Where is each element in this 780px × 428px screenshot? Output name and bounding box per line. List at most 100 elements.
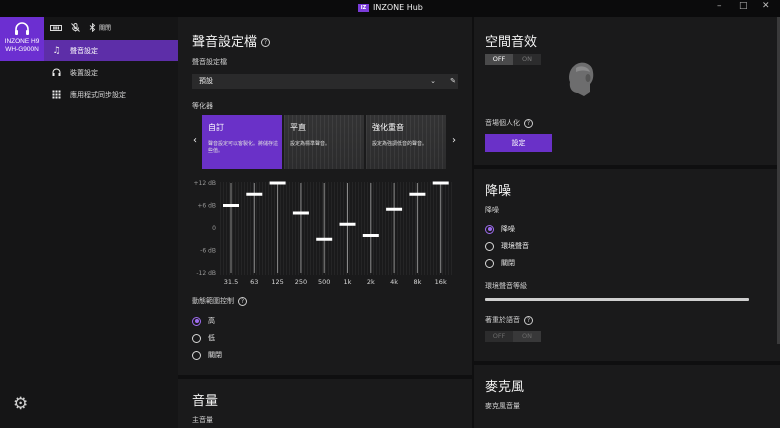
device-tile[interactable]: INZONE H9 WH-G900N [0,17,44,61]
preset-name: 自訂 [208,123,224,132]
eq-band-handle[interactable] [223,204,239,207]
sound-profile-title-text: 聲音設定檔 [192,35,258,50]
radio-selected-icon [485,224,494,234]
minimize-button[interactable]: – [717,1,722,11]
toggle-on: ON [513,54,541,65]
eq-y-tick: +6 dB [197,203,216,210]
eq-y-tick: +12 dB [194,180,217,187]
mic-muted-icon [71,23,80,32]
device-name: INZONE H9 [4,38,40,45]
profile-select-value: 預設 [199,77,213,85]
help-icon[interactable]: ? [524,315,533,325]
sound-settings-panel: 聲音設定檔? 聲音設定檔 預設 ⌄ ✎ 等化器 ‹ 自訂 聲音設定可以客製化。將… [178,17,472,428]
eq-x-label: 500 [318,278,330,286]
eq-band-handle[interactable] [292,211,309,215]
eq-band-handle[interactable] [362,234,379,237]
mic-title: 麥克風 [485,380,525,395]
eq-x-label: 4k [390,278,398,286]
ambient-level-slider[interactable] [485,298,749,301]
eq-band-handle[interactable] [339,222,356,226]
profile-label: 聲音設定檔 [192,58,227,66]
profile-select[interactable]: 預設 ⌄ ✎ [192,74,458,89]
eq-x-label: 250 [295,278,307,286]
nav-device-settings-label: 裝置設定 [70,68,98,77]
eq-band-handle[interactable] [432,181,449,185]
preset-desc: 設定為強調低音的聲音。 [372,141,428,147]
noise-option-ambient[interactable]: 環境聲音 [485,241,529,251]
help-icon[interactable]: ? [524,118,533,128]
eq-x-label: 2k [367,278,375,286]
preset-desc: 設定為標準聲音。 [290,141,331,147]
section-divider [178,375,472,379]
volume-title: 音量 [192,394,219,409]
eq-x-label: 16k [435,278,447,286]
nav-sound-settings[interactable]: ♫ 聲音設定 [44,40,178,61]
drc-option-low-label: 低 [208,334,215,342]
drc-option-high-label: 高 [208,317,215,325]
edit-pencil-icon[interactable]: ✎ [446,74,460,89]
toggle-off: OFF [485,54,513,65]
sidebar: INZONE H9 WH-G900N ▮▮▮ 關閉 ♫ 聲音設定 裝置設定 應用… [0,17,178,428]
eq-band-handle[interactable] [386,207,403,211]
device-status: ▮▮▮ 關閉 [50,23,111,32]
spatial-sound-toggle[interactable]: OFF ON [485,54,541,65]
music-note-icon: ♫ [52,45,61,56]
dynamic-range-label-text: 動態範圍控制 [192,297,234,305]
anc-status: 關閉 [89,23,111,32]
focus-voice-toggle[interactable]: OFF ON [485,331,541,342]
headset-icon [15,22,29,35]
preset-name: 平直 [290,123,306,132]
preset-name: 強化重音 [372,123,404,132]
focus-voice-label-text: 著重於語音 [485,316,520,324]
mic-volume-label: 麥克風音量 [485,402,520,410]
battery-icon: ▮▮▮ [50,24,62,31]
eq-band-handle[interactable] [316,237,333,241]
eq-label: 等化器 [192,102,213,110]
head-3d-icon [569,62,594,96]
nav-device-settings[interactable]: 裝置設定 [44,62,178,83]
help-icon[interactable]: ? [238,296,247,306]
preset-flat[interactable]: 平直 設定為標準聲音。 [284,115,364,169]
right-panel: 空間音效 OFF ON 音場個人化? 設定 降噪 降噪 降噪 環境聲音 關閉 環… [474,17,780,428]
dynamic-range-label: 動態範圍控制? [192,296,247,306]
eq-band-handle[interactable] [269,181,286,185]
master-volume-label: 主音量 [192,416,213,424]
noise-section-label: 降噪 [485,206,499,214]
eq-y-tick: -12 dB [196,270,216,277]
close-button[interactable]: ✕ [762,1,770,11]
nav-app-sync[interactable]: 應用程式同步設定 [44,84,178,105]
settings-gear-icon[interactable]: ⚙ [13,394,28,414]
drc-option-low[interactable]: 低 [192,333,215,343]
radio-icon [485,258,494,268]
radio-icon [192,350,201,360]
noise-option-off[interactable]: 關閉 [485,258,515,268]
radio-icon [485,241,494,251]
help-icon[interactable]: ? [261,38,271,47]
equalizer-chart[interactable]: +12 dB +6 dB 0 -6 dB -12 dB 31.5 63 125 250 500 1… [178,173,472,291]
nav-sound-settings-label: 聲音設定 [70,46,98,55]
drc-option-off[interactable]: 關閉 [192,350,222,360]
maximize-button[interactable]: □ [739,1,748,11]
noise-option-nc[interactable]: 降噪 [485,224,515,234]
eq-x-label: 125 [271,278,283,286]
preset-prev-arrow-icon[interactable]: ‹ [193,135,197,146]
radio-selected-icon [192,316,201,326]
eq-band-handle[interactable] [409,192,426,196]
preset-bass-boost[interactable]: 強化重音 設定為強調低音的聲音。 [366,115,446,169]
chevron-down-icon: ⌄ [430,77,436,85]
personalize-label: 音場個人化? [485,118,533,128]
eq-band-handle[interactable] [246,192,263,196]
nav-app-sync-label: 應用程式同步設定 [70,90,126,99]
preset-custom[interactable]: 自訂 聲音設定可以客製化。將儲存這些值。 [202,115,282,169]
preset-next-arrow-icon[interactable]: › [452,135,456,146]
noise-option-ambient-label: 環境聲音 [501,242,529,250]
title-bar: IZ INZONE Hub – □ ✕ [0,0,780,17]
drc-option-high[interactable]: 高 [192,316,215,326]
anc-status-label: 關閉 [99,25,112,32]
inzone-logo: IZ [358,3,369,12]
grid-icon [52,90,61,99]
eq-y-tick: -6 dB [200,248,216,255]
focus-voice-label: 著重於語音? [485,315,533,325]
app-title: IZ INZONE Hub [358,3,423,12]
personalize-set-button[interactable]: 設定 [485,134,552,152]
